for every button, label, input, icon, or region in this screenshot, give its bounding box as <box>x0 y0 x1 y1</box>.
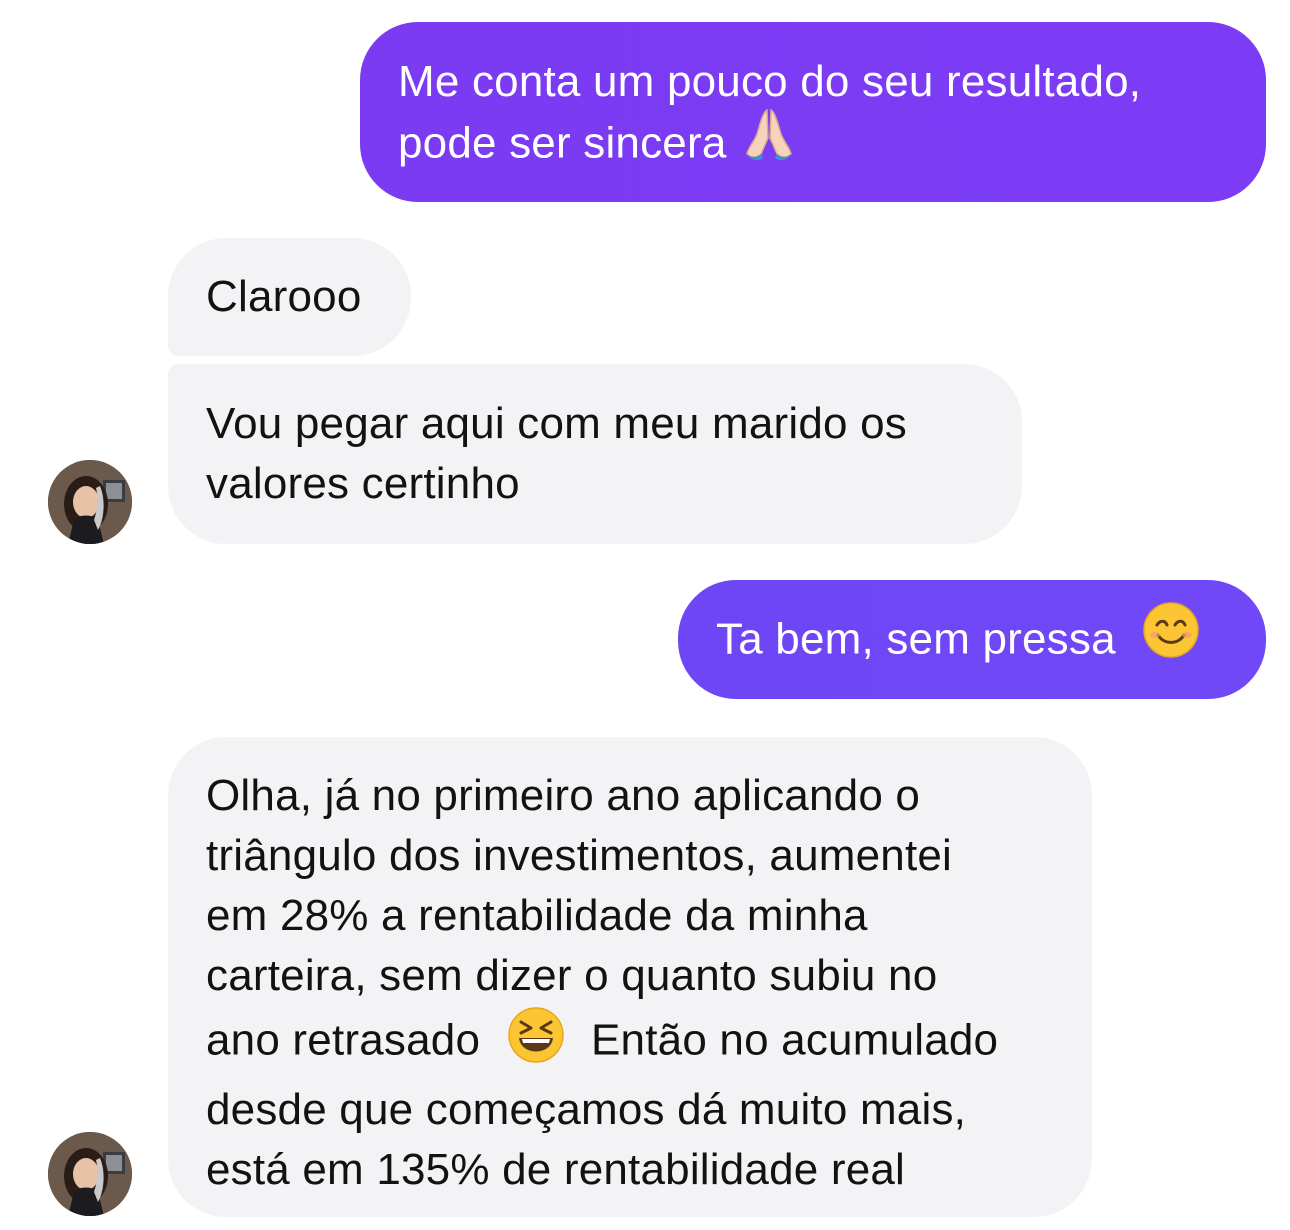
grinning-squinting-face-icon <box>507 1006 565 1080</box>
avatar-photo-icon <box>48 460 132 544</box>
incoming-message-bubble[interactable]: Vou pegar aqui com meu marido os valores… <box>168 364 1022 544</box>
message-text: Vou pegar aqui com meu marido os valores… <box>206 399 908 508</box>
incoming-message-bubble[interactable]: Olha, já no primeiro ano aplicando o tri… <box>168 737 1092 1217</box>
message-text: Clarooo <box>206 272 362 321</box>
chat-thread: Me conta um pouco do seu resultado, pode… <box>0 0 1290 1230</box>
avatar-photo-icon <box>48 1132 132 1216</box>
folded-hands-icon <box>739 104 799 180</box>
contact-avatar[interactable] <box>48 1132 132 1216</box>
outgoing-message-bubble[interactable]: Me conta um pouco do seu resultado, pode… <box>360 22 1266 202</box>
outgoing-message-bubble[interactable]: Ta bem, sem pressa <box>678 580 1266 699</box>
contact-avatar[interactable] <box>48 460 132 544</box>
smiling-face-icon <box>1142 601 1200 675</box>
message-text: Ta bem, sem pressa <box>716 614 1116 664</box>
incoming-message-bubble[interactable]: Clarooo <box>168 238 411 356</box>
